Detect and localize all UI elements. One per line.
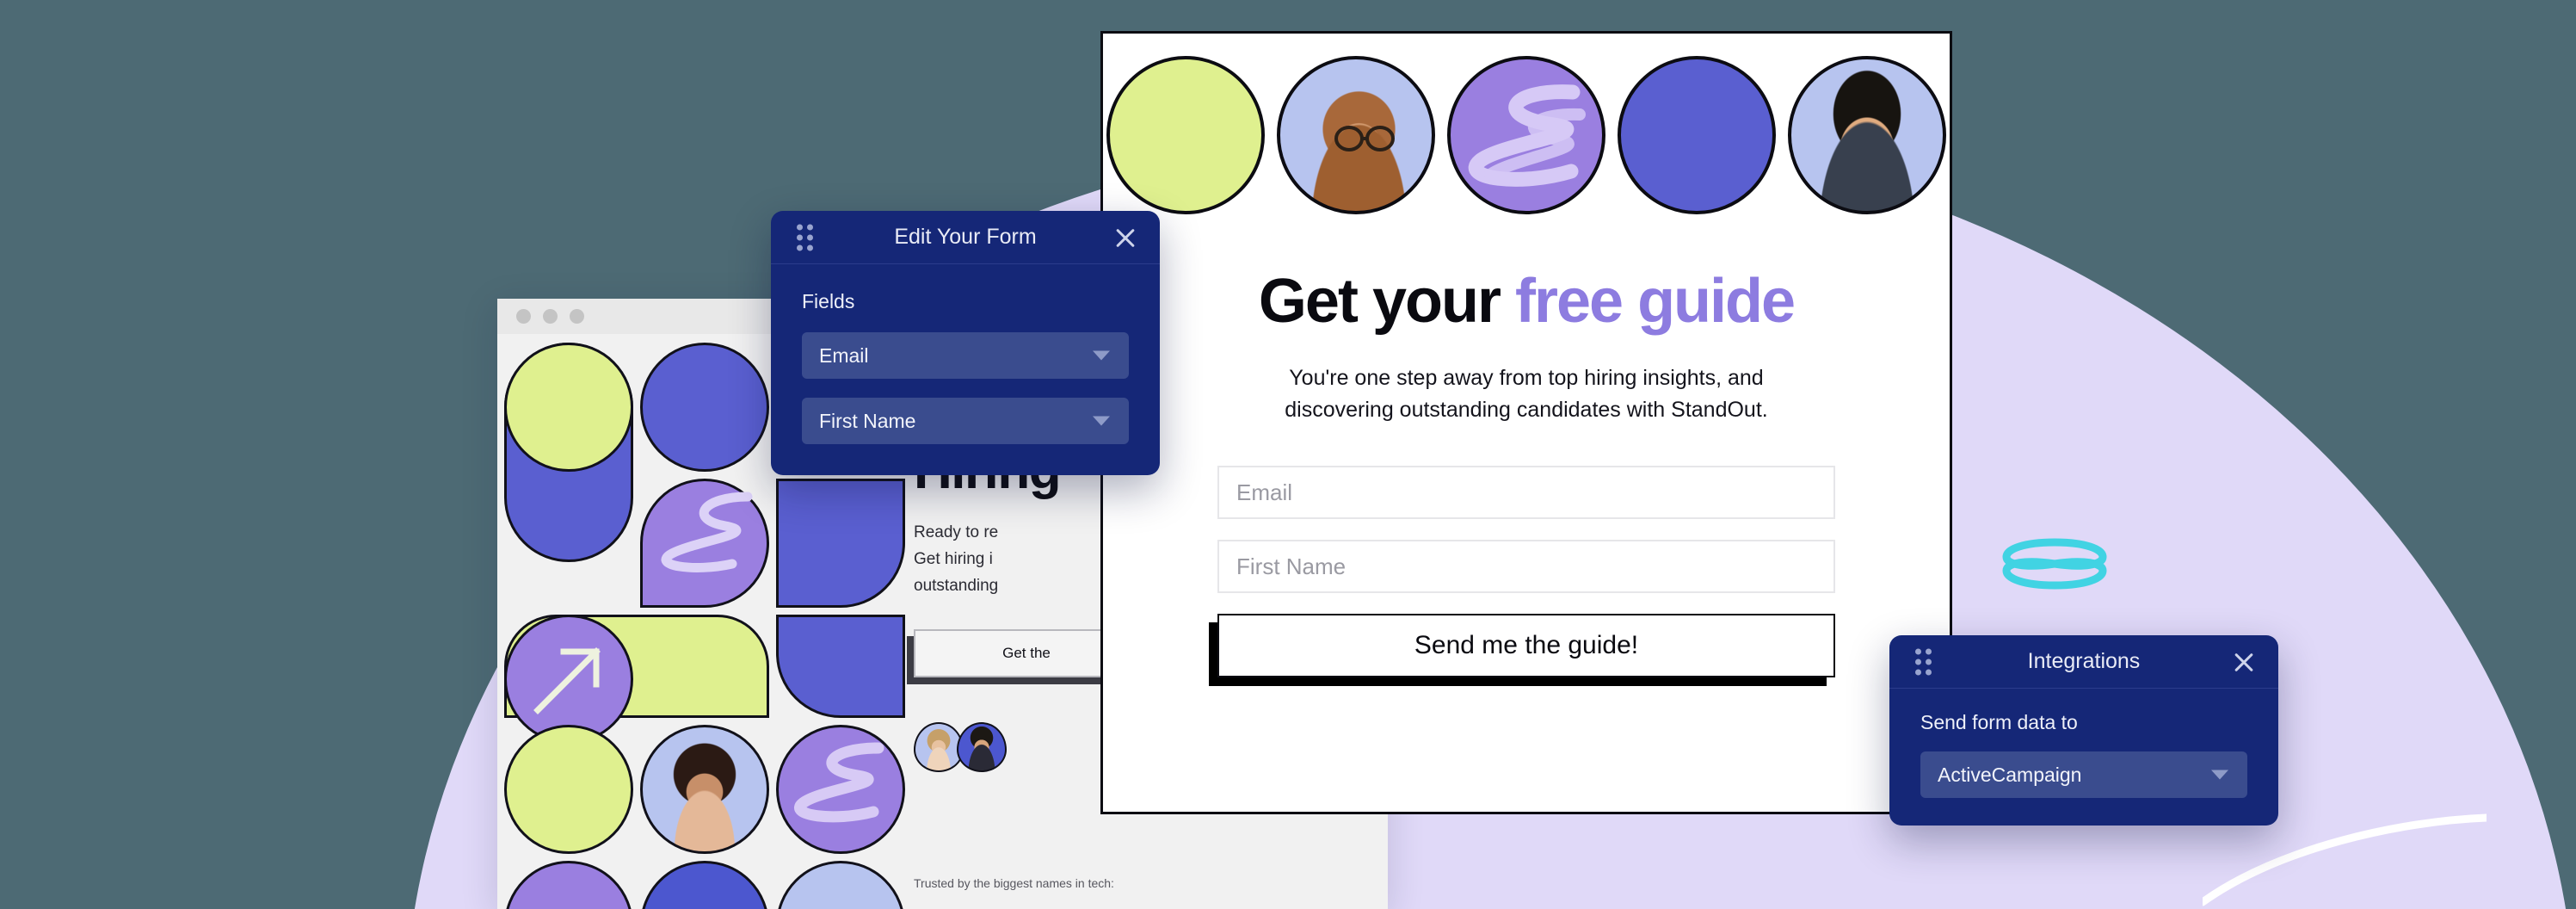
tile-lime-circle (504, 343, 633, 472)
edit-form-panel-header[interactable]: Edit Your Form (771, 211, 1160, 264)
edit-your-form-panel: Edit Your Form Fields Email First Name (771, 211, 1160, 475)
glasses-icon (1334, 126, 1395, 152)
drag-handle-icon[interactable] (797, 224, 813, 250)
hero-lime-circle (1106, 56, 1265, 214)
email-input[interactable] (1217, 466, 1835, 519)
fields-label: Fields (802, 290, 855, 312)
integration-provider-select[interactable]: ActiveCampaign (1920, 751, 2247, 798)
chevron-down-icon (1093, 416, 1110, 426)
field-select-email-value: Email (819, 343, 869, 367)
integrations-panel: Integrations Send form data to ActiveCam… (1889, 635, 2278, 826)
field-select-first-name[interactable]: First Name (802, 398, 1129, 444)
close-dot-icon[interactable] (516, 309, 531, 324)
edit-form-panel-title: Edit Your Form (894, 225, 1037, 249)
chevron-down-icon (1093, 350, 1110, 361)
send-me-the-guide-button[interactable]: Send me the guide! (1217, 614, 1835, 677)
field-select-first-name-value: First Name (819, 409, 916, 432)
integration-provider-value: ActiveCampaign (1938, 763, 2082, 786)
integrations-panel-body: Send form data to ActiveCampaign (1889, 689, 2278, 826)
chevron-down-icon (2211, 770, 2228, 780)
trusted-by-label: Trusted by the biggest names in tech: (914, 876, 1114, 890)
form-field-group: Send me the guide! (1209, 466, 1835, 686)
tile-blue-circle (640, 861, 769, 909)
hero-photo-woman-glasses (1277, 56, 1435, 214)
integrations-panel-header[interactable]: Integrations (1889, 635, 2278, 689)
send-form-data-to-label: Send form data to (1920, 711, 2078, 733)
cyan-squiggle-decoration (2002, 538, 2107, 590)
squiggle-icon (661, 492, 753, 572)
avatar-man-smiling (957, 721, 1007, 772)
arrow-up-right-icon (533, 647, 601, 714)
tile-periwinkle-circle (640, 343, 769, 472)
swirl-pattern-icon (1468, 84, 1586, 187)
tile-photo-woman-curly (640, 725, 769, 854)
submit-button-wrap: Send me the guide! (1209, 614, 1835, 686)
hero-violet-swirl (1447, 56, 1605, 214)
close-icon[interactable] (2232, 650, 2256, 674)
first-name-input[interactable] (1217, 540, 1835, 593)
maximize-dot-icon[interactable] (570, 309, 584, 324)
heading-plain-text: Get your (1258, 267, 1515, 336)
minimize-dot-icon[interactable] (543, 309, 558, 324)
hero-photo-man-smiling (1788, 56, 1946, 214)
hero-avatar-row (1103, 34, 1950, 214)
hero-periwinkle-circle (1618, 56, 1776, 214)
field-select-email[interactable]: Email (802, 332, 1129, 379)
heading-accent-text: free guide (1514, 267, 1796, 336)
form-card-subtext: You're one step away from top hiring ins… (1285, 366, 1768, 422)
close-icon[interactable] (1113, 226, 1137, 250)
lead-capture-form-card: Get your free guide You're one step away… (1100, 31, 1952, 814)
integrations-panel-title: Integrations (2027, 649, 2141, 673)
form-card-heading: Get your free guide (1103, 266, 1950, 337)
tile-violet-squiggle (640, 479, 769, 608)
tile-lime-circle-2 (504, 725, 633, 854)
edit-form-panel-body: Fields Email First Name (771, 264, 1160, 475)
drag-handle-icon[interactable] (1915, 648, 1932, 675)
tile-violet-circle (504, 861, 633, 909)
